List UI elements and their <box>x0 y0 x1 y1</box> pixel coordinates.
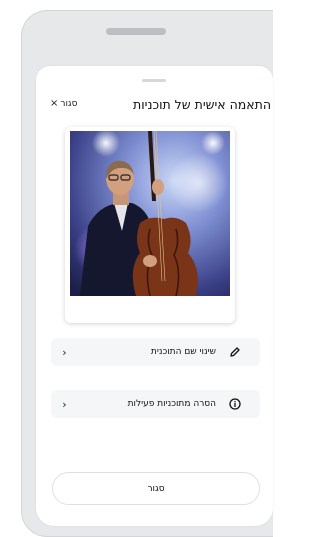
remove-from-active-row[interactable]: הסרה מתוכניות פעילות ‹ <box>51 390 260 418</box>
close-icon: × <box>50 98 59 109</box>
playlist-cover-image <box>70 131 230 296</box>
info-icon <box>228 397 242 411</box>
close-link[interactable]: סגור × <box>50 98 78 110</box>
close-button[interactable]: סגור <box>52 472 260 505</box>
chevron-left-icon: ‹ <box>61 397 68 411</box>
sheet-drag-handle[interactable] <box>142 79 166 82</box>
remove-from-active-label: הסרה מתוכניות פעילות <box>127 399 216 409</box>
phone-speaker <box>106 28 166 35</box>
rename-playlist-label: שינוי שם התוכנית <box>150 347 216 357</box>
chevron-left-icon: ‹ <box>61 345 68 359</box>
close-link-label: סגור <box>60 99 78 109</box>
rename-playlist-row[interactable]: שינוי שם התוכנית ‹ <box>51 338 260 366</box>
pencil-icon <box>228 345 242 359</box>
sheet-title: התאמה אישית של תוכניות <box>133 97 271 112</box>
